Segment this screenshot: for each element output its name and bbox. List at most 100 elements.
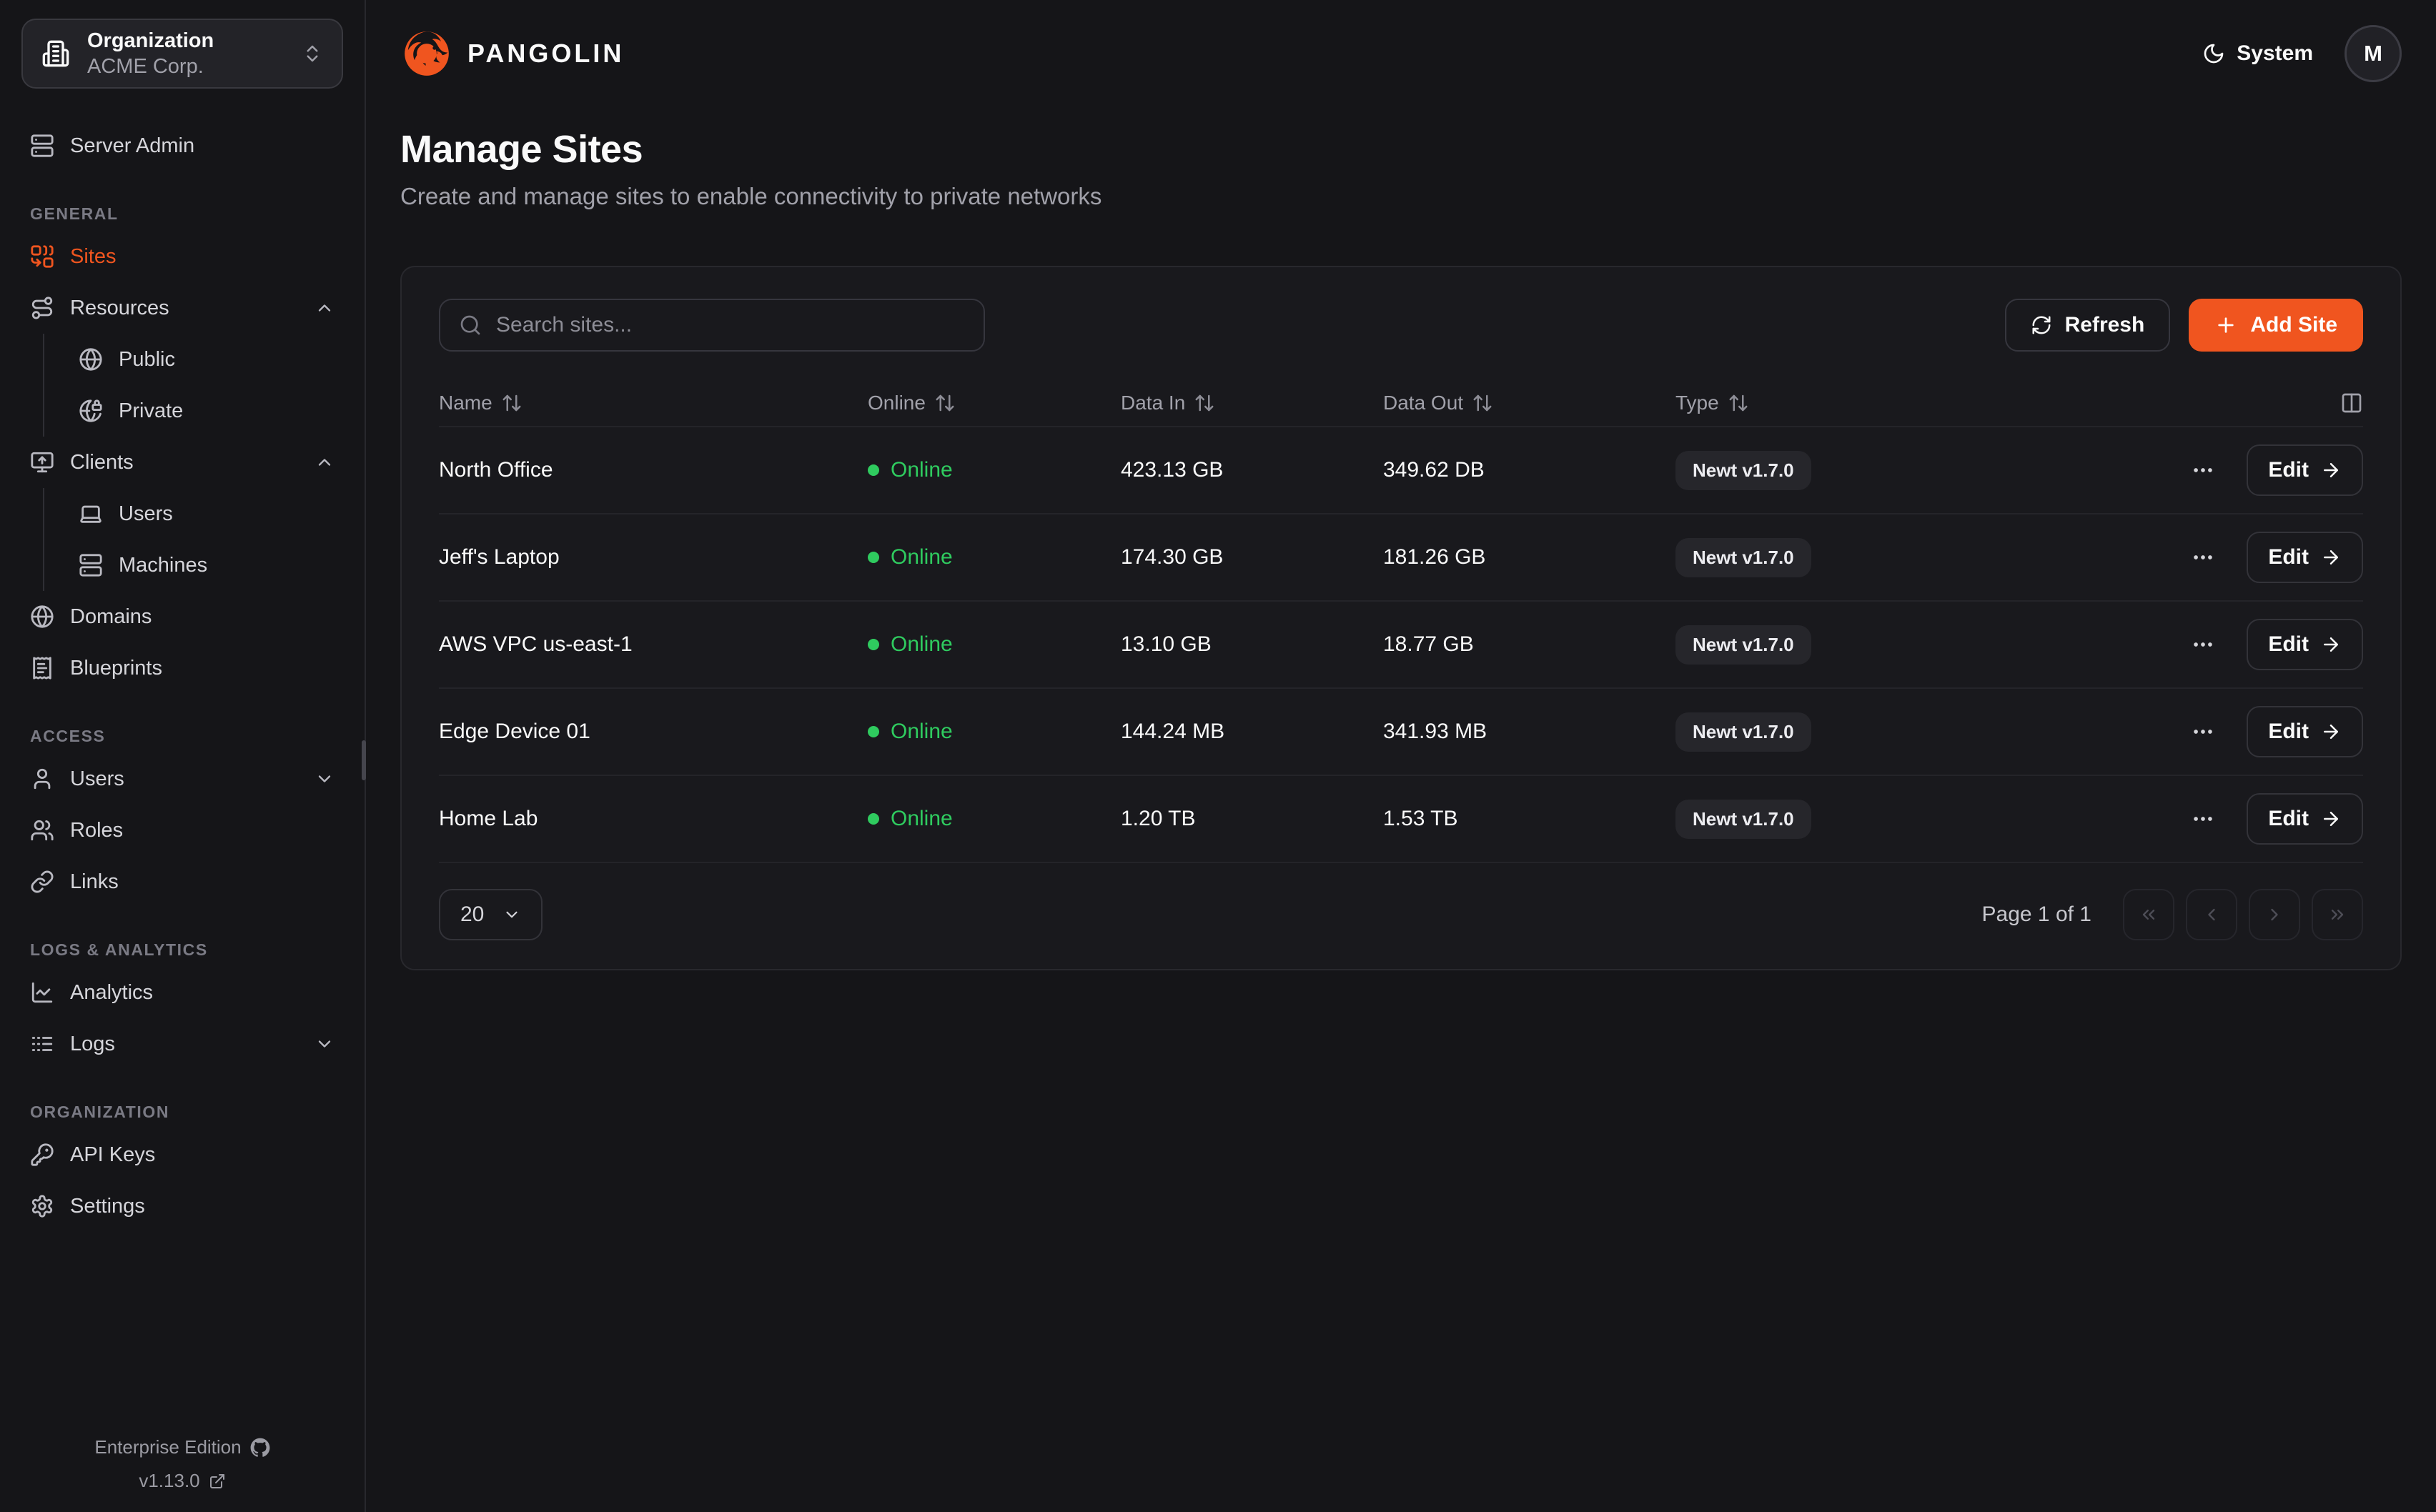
ellipsis-icon — [2191, 807, 2215, 831]
first-page-button[interactable] — [2123, 889, 2174, 940]
column-header-online[interactable]: Online — [868, 392, 1121, 414]
add-site-button[interactable]: Add Site — [2189, 299, 2363, 352]
sidebar-item-users[interactable]: Users — [21, 753, 343, 805]
arrow-right-icon — [2320, 547, 2342, 568]
combine-icon — [30, 244, 54, 269]
organization-selector[interactable]: Organization ACME Corp. — [21, 19, 343, 89]
external-link-icon[interactable] — [209, 1473, 226, 1490]
sidebar-item-label: Clients — [70, 451, 299, 474]
page-header: Manage Sites Create and manage sites to … — [400, 127, 2402, 210]
edit-button[interactable]: Edit — [2247, 444, 2363, 496]
sidebar-item-server-admin[interactable]: Server Admin — [21, 120, 343, 171]
brand[interactable]: PANGOLIN — [400, 27, 624, 80]
site-name: AWS VPC us-east-1 — [439, 632, 868, 657]
top-bar: PANGOLIN System M — [400, 0, 2402, 107]
section-label-logs-analytics: LOGS & ANALYTICS — [30, 940, 343, 960]
table-row: AWS VPC us-east-1 Online 13.10 GB 18.77 … — [439, 602, 2363, 689]
ellipsis-icon — [2191, 720, 2215, 744]
link-icon — [30, 870, 54, 894]
next-page-button[interactable] — [2249, 889, 2300, 940]
sidebar-item-api-keys[interactable]: API Keys — [21, 1129, 343, 1180]
site-data-in: 144.24 MB — [1121, 720, 1383, 744]
row-menu-button[interactable] — [2191, 458, 2215, 482]
theme-toggle[interactable]: System — [2202, 41, 2313, 66]
table-row: Edge Device 01 Online 144.24 MB 341.93 M… — [439, 689, 2363, 776]
sidebar-item-label: Links — [70, 870, 335, 894]
brand-name: PANGOLIN — [467, 39, 624, 69]
chevron-right-icon — [2264, 905, 2284, 925]
sidebar-item-label: Server Admin — [70, 134, 335, 158]
route-icon — [30, 296, 54, 320]
arrow-right-icon — [2320, 634, 2342, 655]
laptop-icon — [79, 502, 103, 526]
sort-icon — [1728, 392, 1749, 414]
ellipsis-icon — [2191, 632, 2215, 657]
arrow-right-icon — [2320, 808, 2342, 830]
chevron-left-icon — [2202, 905, 2222, 925]
sidebar-item-resources[interactable]: Resources — [21, 282, 343, 334]
pagination: 20 Page 1 of 1 — [439, 889, 2363, 940]
sidebar-scrollbar-thumb[interactable] — [362, 740, 366, 780]
section-label-general: GENERAL — [30, 204, 343, 224]
sidebar-item-client-users[interactable]: Users — [70, 488, 343, 539]
site-data-in: 174.30 GB — [1121, 545, 1383, 570]
sidebar-item-logs[interactable]: Logs — [21, 1018, 343, 1070]
sidebar-item-label: Private — [119, 399, 335, 423]
search-box — [439, 299, 985, 352]
search-input[interactable] — [496, 313, 965, 337]
sidebar-item-sites[interactable]: Sites — [21, 231, 343, 282]
pangolin-logo-icon — [400, 27, 453, 80]
column-header-type[interactable]: Type — [1675, 392, 2127, 414]
site-data-in: 1.20 TB — [1121, 807, 1383, 831]
avatar[interactable]: M — [2345, 25, 2402, 82]
sidebar-item-label: Sites — [70, 245, 335, 269]
columns-toggle-icon[interactable] — [2340, 392, 2363, 414]
globe-icon — [30, 605, 54, 629]
sidebar-item-analytics[interactable]: Analytics — [21, 967, 343, 1018]
sidebar-item-roles[interactable]: Roles — [21, 805, 343, 856]
online-dot-icon — [868, 639, 879, 650]
chevron-down-icon — [502, 905, 521, 924]
row-menu-button[interactable] — [2191, 632, 2215, 657]
search-icon — [459, 314, 482, 337]
site-type-badge: Newt v1.7.0 — [1675, 800, 1811, 839]
sidebar-item-blueprints[interactable]: Blueprints — [21, 642, 343, 694]
site-name: North Office — [439, 458, 868, 482]
row-menu-button[interactable] — [2191, 807, 2215, 831]
sidebar-item-clients[interactable]: Clients — [21, 437, 343, 488]
chevron-down-icon — [315, 1034, 335, 1054]
page-size-select[interactable]: 20 — [439, 889, 543, 940]
sidebar-item-label: Settings — [70, 1195, 335, 1218]
site-status: Online — [868, 632, 1121, 657]
section-label-access: ACCESS — [30, 727, 343, 746]
chevron-up-icon — [315, 298, 335, 318]
sidebar-item-public[interactable]: Public — [70, 334, 343, 385]
last-page-button[interactable] — [2312, 889, 2363, 940]
column-header-name[interactable]: Name — [439, 392, 868, 414]
sidebar-item-machines[interactable]: Machines — [70, 539, 343, 591]
online-dot-icon — [868, 552, 879, 563]
sidebar-item-private[interactable]: Private — [70, 385, 343, 437]
arrow-right-icon — [2320, 459, 2342, 481]
table-row: Jeff's Laptop Online 174.30 GB 181.26 GB… — [439, 514, 2363, 602]
site-status: Online — [868, 720, 1121, 744]
monitor-up-icon — [30, 450, 54, 474]
sidebar-item-settings[interactable]: Settings — [21, 1180, 343, 1232]
github-icon[interactable] — [250, 1438, 270, 1458]
sidebar-item-links[interactable]: Links — [21, 856, 343, 907]
building-icon — [41, 39, 70, 68]
edit-button[interactable]: Edit — [2247, 619, 2363, 670]
sort-icon — [501, 392, 523, 414]
receipt-icon — [30, 656, 54, 680]
sidebar-item-label: Public — [119, 348, 335, 372]
column-header-data-in[interactable]: Data In — [1121, 392, 1383, 414]
previous-page-button[interactable] — [2186, 889, 2237, 940]
row-menu-button[interactable] — [2191, 720, 2215, 744]
column-header-data-out[interactable]: Data Out — [1383, 392, 1675, 414]
edit-button[interactable]: Edit — [2247, 706, 2363, 757]
edit-button[interactable]: Edit — [2247, 793, 2363, 845]
edit-button[interactable]: Edit — [2247, 532, 2363, 583]
sidebar-item-domains[interactable]: Domains — [21, 591, 343, 642]
row-menu-button[interactable] — [2191, 545, 2215, 570]
refresh-button[interactable]: Refresh — [2005, 299, 2171, 352]
